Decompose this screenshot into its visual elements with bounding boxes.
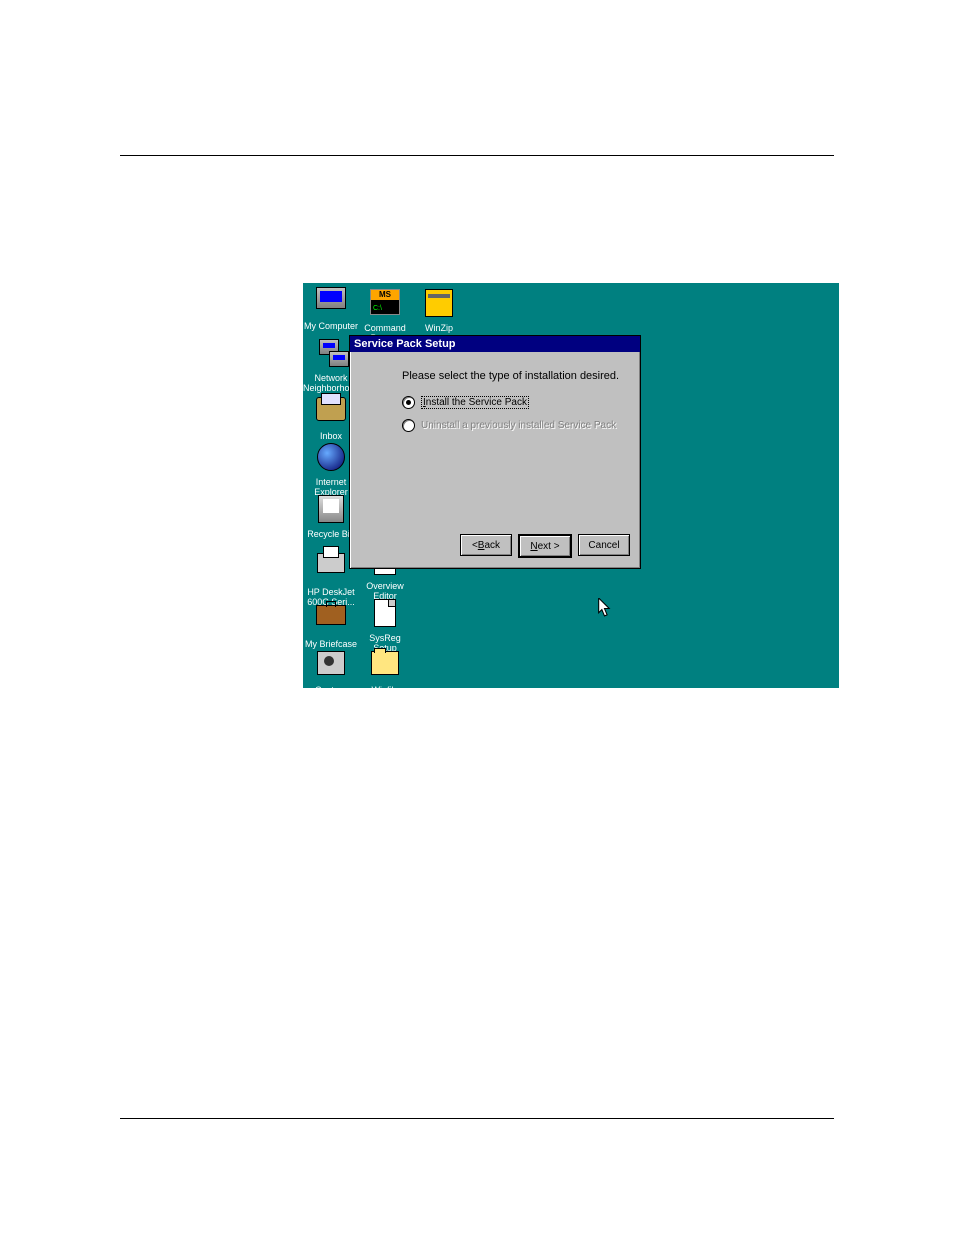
winzip-icon — [423, 289, 455, 321]
back-button[interactable]: < Back — [460, 534, 512, 556]
icon-label: WinZip — [411, 323, 467, 333]
briefcase-icon — [315, 605, 347, 637]
radio-icon — [402, 396, 415, 409]
dialog-titlebar[interactable]: Service Pack Setup — [350, 336, 640, 352]
command-prompt-icon — [369, 289, 401, 321]
service-pack-setup-dialog: Service Pack Setup Please select the typ… — [349, 335, 641, 569]
setup-icon — [369, 599, 401, 631]
radio-icon — [402, 419, 415, 432]
page-rule-bottom — [120, 1118, 834, 1119]
desktop-icon-winzip[interactable]: WinZip — [411, 287, 467, 333]
dialog-prompt: Please select the type of installation d… — [402, 370, 628, 382]
cursor-icon — [598, 598, 612, 621]
dialog-title: Service Pack Setup — [354, 338, 456, 350]
icon-label: My Computer — [303, 321, 359, 331]
desktop-icon-my-computer[interactable]: My Computer — [303, 287, 359, 331]
icon-label: Winfile — [357, 685, 413, 688]
recycle-bin-icon — [315, 495, 347, 527]
radio-option-install[interactable]: Install the Service Pack — [402, 396, 628, 409]
radio-label: Install the Service Pack — [421, 396, 529, 409]
desktop-icon-capture[interactable]: Capture — [303, 647, 359, 688]
radio-label: Uninstall a previously installed Service… — [421, 420, 616, 431]
printer-icon — [315, 553, 347, 585]
desktop-icon-briefcase[interactable]: My Briefcase — [303, 597, 359, 649]
inbox-icon — [315, 397, 347, 429]
dialog-body: Please select the type of installation d… — [350, 352, 640, 528]
page-rule-top — [120, 155, 834, 156]
icon-label: Capture — [303, 685, 359, 688]
camera-icon — [315, 651, 347, 683]
radio-option-uninstall: Uninstall a previously installed Service… — [402, 419, 628, 432]
cancel-button[interactable]: Cancel — [578, 534, 630, 556]
globe-icon — [315, 443, 347, 475]
network-icon — [315, 339, 347, 371]
folder-icon — [369, 651, 401, 683]
desktop-icon-sysreg-setup[interactable]: SysReg Setup — [357, 597, 413, 653]
desktop-icon-winfile[interactable]: Winfile — [357, 647, 413, 688]
desktop-screenshot: My Computer Network Neighborhood Inbox I… — [303, 283, 839, 688]
computer-icon — [315, 287, 347, 319]
dialog-button-row: < Back Next > Cancel — [350, 528, 640, 568]
next-button[interactable]: Next > — [518, 534, 572, 558]
